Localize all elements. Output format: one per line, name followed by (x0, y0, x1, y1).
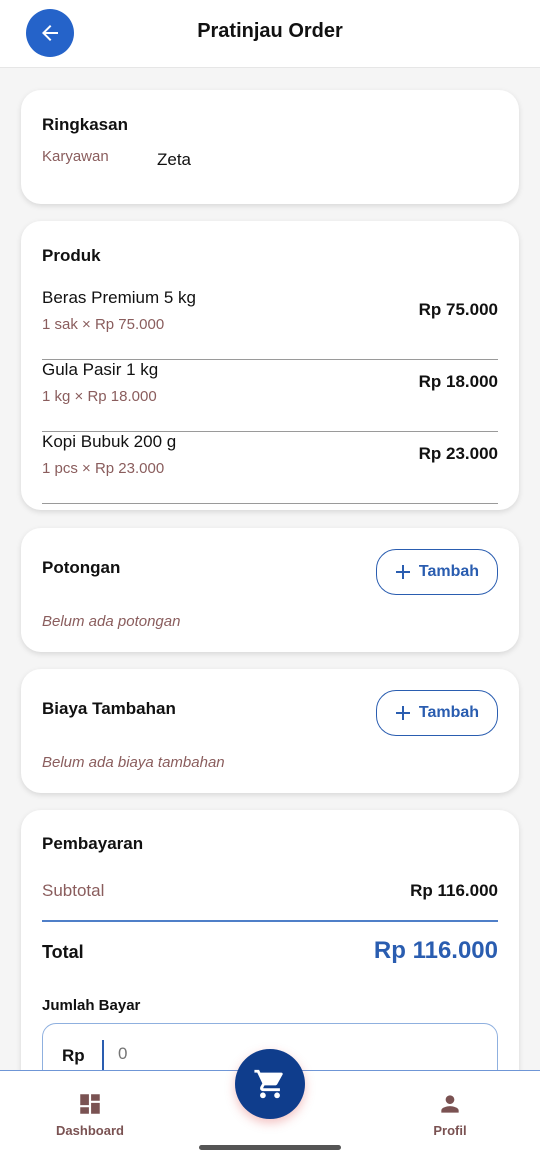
page-title: Pratinjau Order (197, 20, 343, 42)
add-extra-fee-button[interactable]: Tambah (376, 690, 498, 736)
amount-paid-input[interactable] (118, 1044, 478, 1064)
payment-title: Pembayaran (42, 834, 144, 853)
subtotal-label: Subtotal (42, 881, 105, 900)
product-price: Rp 75.000 (418, 300, 498, 319)
product-row: Gula Pasir 1 kg 1 kg × Rp 18.000 Rp 18.0… (42, 360, 498, 432)
product-row: Kopi Bubuk 200 g 1 pcs × Rp 23.000 Rp 23… (42, 432, 498, 504)
plus-icon (395, 565, 410, 579)
extra-fee-card: Biaya Tambahan Tambah Belum ada biaya ta… (21, 669, 519, 793)
cart-fab-button[interactable] (235, 1049, 305, 1119)
app-bar: Pratinjau Order (0, 0, 540, 68)
product-detail: 1 sak × Rp 75.000 (42, 316, 165, 333)
total-label: Total (42, 942, 84, 962)
extra-fee-title: Biaya Tambahan (42, 699, 176, 718)
add-extra-fee-label: Tambah (418, 704, 480, 721)
products-card: Produk Beras Premium 5 kg 1 sak × Rp 75.… (21, 221, 519, 510)
plus-icon (395, 706, 410, 720)
extra-fee-empty-note: Belum ada biaya tambahan (42, 754, 225, 771)
amount-paid-label: Jumlah Bayar (42, 997, 141, 1014)
add-discount-label: Tambah (418, 563, 480, 580)
product-row: Beras Premium 5 kg 1 sak × Rp 75.000 Rp … (42, 288, 498, 360)
products-title: Produk (42, 246, 101, 265)
currency-prefix: Rp (62, 1046, 85, 1065)
product-name: Kopi Bubuk 200 g (42, 432, 177, 451)
product-price: Rp 23.000 (418, 444, 498, 463)
nav-dashboard[interactable]: Dashboard (35, 1091, 145, 1138)
home-indicator (199, 1145, 341, 1150)
summary-card: Ringkasan Karyawan Zeta (21, 90, 519, 204)
product-name: Gula Pasir 1 kg (42, 360, 159, 379)
nav-dashboard-label: Dashboard (56, 1123, 124, 1138)
product-name: Beras Premium 5 kg (42, 288, 196, 307)
discount-title: Potongan (42, 558, 121, 577)
prefix-divider (102, 1040, 104, 1070)
employee-value: Zeta (157, 150, 192, 169)
subtotal-divider (42, 920, 498, 922)
product-price: Rp 18.000 (418, 372, 498, 391)
discount-card: Potongan Tambah Belum ada potongan (21, 528, 519, 652)
subtotal-value: Rp 116.000 (410, 881, 498, 900)
dashboard-icon (80, 1094, 100, 1114)
cart-icon (254, 1069, 283, 1099)
add-discount-button[interactable]: Tambah (376, 549, 498, 595)
product-detail: 1 pcs × Rp 23.000 (42, 460, 165, 477)
nav-profile[interactable]: Profil (395, 1091, 505, 1138)
nav-profile-label: Profil (433, 1123, 467, 1138)
employee-label: Karyawan (42, 148, 109, 165)
discount-empty-note: Belum ada potongan (42, 613, 181, 630)
person-icon (441, 1095, 459, 1113)
total-value: Rp 116.000 (373, 937, 498, 964)
product-detail: 1 kg × Rp 18.000 (42, 388, 157, 405)
summary-title: Ringkasan (42, 115, 128, 134)
